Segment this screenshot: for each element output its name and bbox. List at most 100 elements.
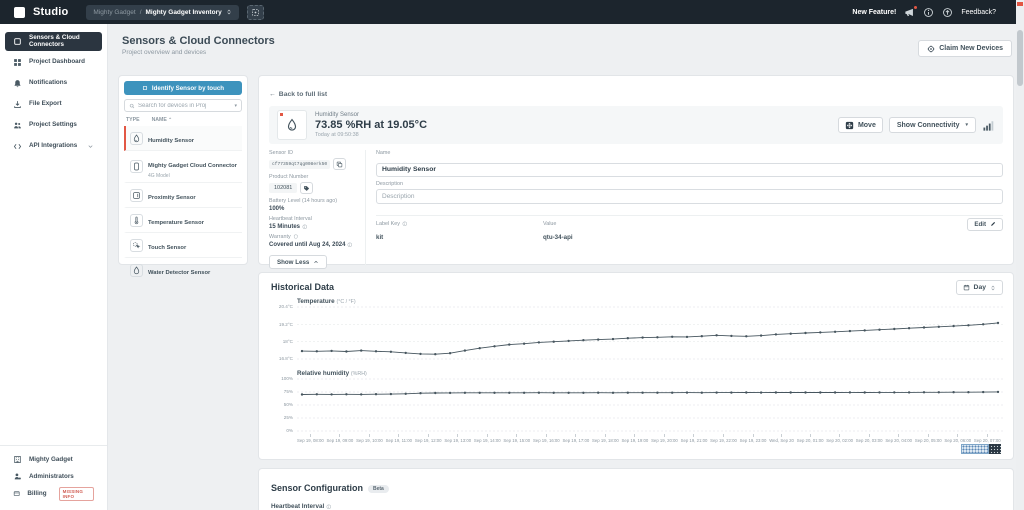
sidebar-item-label: Mighty Gadget bbox=[29, 456, 73, 463]
device-summary-name: Humidity Sensor bbox=[315, 112, 427, 118]
product-number-label: Product Number bbox=[269, 174, 357, 180]
up-down-icon bbox=[990, 285, 996, 291]
name-label: Name bbox=[376, 150, 1003, 156]
x-tick-label: Wed, Sep 20 bbox=[769, 434, 794, 443]
scrollbar-thumb[interactable] bbox=[1017, 30, 1023, 86]
sidebar: Sensors & Cloud Connectors Project Dashb… bbox=[0, 24, 108, 510]
product-number-value: 102081 bbox=[269, 183, 297, 193]
people-icon bbox=[13, 121, 22, 130]
chevron-down-icon bbox=[87, 143, 94, 150]
x-tick-label: Sep 19, 18:00 bbox=[592, 434, 619, 443]
info-icon[interactable] bbox=[302, 224, 308, 230]
sidebar-item-sensors[interactable]: Sensors & Cloud Connectors bbox=[5, 32, 102, 51]
sidebar-item-api-integrations[interactable]: API Integrations bbox=[5, 137, 102, 156]
identify-button-label: Identify Sensor by touch bbox=[152, 85, 224, 92]
sidebar-item-label: Billing bbox=[27, 490, 46, 497]
building-icon bbox=[13, 455, 22, 464]
claim-new-devices-button[interactable]: Claim New Devices bbox=[918, 40, 1012, 57]
sidebar-item-organization[interactable]: Mighty Gadget bbox=[0, 451, 107, 468]
copy-sensor-id-button[interactable] bbox=[333, 158, 346, 170]
move-button[interactable]: Move bbox=[838, 117, 883, 133]
brand-title: Studio bbox=[33, 6, 68, 18]
device-icon bbox=[132, 162, 141, 171]
product-tag-button[interactable] bbox=[300, 182, 313, 194]
info-icon[interactable] bbox=[326, 504, 332, 510]
back-to-full-list-link[interactable]: ← Back to full list bbox=[269, 91, 327, 98]
temperature-plot[interactable] bbox=[297, 305, 1003, 361]
new-feature-label: New Feature! bbox=[852, 9, 896, 16]
sensor-id-value: cf77359qt7qg008erk50 bbox=[269, 160, 330, 169]
sidebar-item-label: Sensors & Cloud Connectors bbox=[29, 35, 94, 49]
edit-icon bbox=[990, 221, 996, 227]
device-row-humidity[interactable]: Humidity Sensor bbox=[124, 126, 242, 151]
info-circle-icon[interactable] bbox=[923, 7, 934, 18]
sidebar-item-dashboard[interactable]: Project Dashboard bbox=[5, 53, 102, 72]
grid-icon bbox=[13, 58, 22, 67]
breadcrumb-org: Mighty Gadget bbox=[93, 9, 135, 16]
connectivity-label: Show Connectivity bbox=[897, 122, 960, 129]
device-detail-panel: ← Back to full list Humidity Sensor 73.8… bbox=[258, 75, 1014, 265]
sidebar-item-label: File Export bbox=[29, 101, 62, 108]
x-tick-label: Sep 19, 19:00 bbox=[622, 434, 649, 443]
project-switcher[interactable]: Mighty Gadget / Mighty Gadget Inventory bbox=[86, 5, 238, 20]
device-name: Water Detector Sensor bbox=[148, 270, 210, 276]
slider-handle[interactable] bbox=[961, 444, 989, 454]
studio-logo-icon bbox=[14, 7, 25, 18]
edit-button-label: Edit bbox=[974, 221, 986, 228]
device-row-touch[interactable]: Touch Sensor bbox=[124, 233, 242, 258]
x-tick-label: Sep 19, 12:00 bbox=[415, 434, 442, 443]
show-less-button[interactable]: Show Less bbox=[269, 255, 327, 269]
touch-icon bbox=[132, 241, 141, 250]
signal-bars-icon bbox=[982, 119, 995, 132]
device-name: Proximity Sensor bbox=[148, 195, 196, 201]
device-row-proximity[interactable]: Proximity Sensor bbox=[124, 183, 242, 208]
chart-range-slider bbox=[961, 444, 1001, 454]
sidebar-item-file-export[interactable]: File Export bbox=[5, 95, 102, 114]
y-tick-label: 0% bbox=[286, 428, 293, 433]
sidebar-item-billing[interactable]: Billing MISSING INFO bbox=[0, 485, 107, 502]
identify-device-button[interactable] bbox=[247, 5, 264, 20]
info-icon[interactable] bbox=[402, 221, 408, 227]
sensor-configuration-title: Sensor Configuration bbox=[271, 483, 363, 493]
x-tick-label: Sep 19, 22:00 bbox=[710, 434, 737, 443]
heartbeat-interval-value: 15 Minutes bbox=[269, 224, 357, 230]
info-icon[interactable] bbox=[347, 242, 353, 248]
x-tick-label: Sep 20, 02:00 bbox=[826, 434, 853, 443]
heartbeat-interval-label: Heartbeat Interval bbox=[269, 216, 357, 222]
device-row-cloud-connector[interactable]: Mighty Gadget Cloud Connector 4G Model bbox=[124, 151, 242, 183]
column-type[interactable]: TYPE bbox=[126, 117, 140, 123]
temperature-y-axis: 20.4°C19.2°C18°C16.8°C bbox=[271, 305, 293, 361]
top-bar: Studio Mighty Gadget / Mighty Gadget Inv… bbox=[0, 0, 1024, 24]
time-range-dropdown[interactable]: Day bbox=[956, 280, 1003, 295]
target-icon bbox=[927, 45, 935, 53]
arrow-up-circle-icon[interactable] bbox=[942, 7, 953, 18]
temperature-chart-label: Temperature (°C / °F) bbox=[297, 298, 1001, 305]
humidity-plot[interactable] bbox=[297, 377, 1003, 433]
edit-labels-button[interactable]: Edit bbox=[967, 218, 1003, 231]
bell-icon bbox=[13, 79, 22, 88]
megaphone-icon[interactable] bbox=[904, 7, 915, 18]
sidebar-item-label: Project Dashboard bbox=[29, 59, 85, 66]
identify-sensor-button[interactable]: Identify Sensor by touch bbox=[124, 81, 242, 95]
column-name[interactable]: NAME ⌃ bbox=[152, 117, 173, 123]
search-input[interactable] bbox=[138, 103, 231, 109]
description-textarea[interactable] bbox=[376, 189, 1003, 204]
sidebar-item-project-settings[interactable]: Project Settings bbox=[5, 116, 102, 135]
name-input[interactable] bbox=[376, 163, 1003, 177]
sidebar-item-administrators[interactable]: Administrators bbox=[0, 468, 107, 485]
page-scrollbar[interactable] bbox=[1016, 0, 1024, 510]
show-connectivity-dropdown[interactable]: Show Connectivity ▾ bbox=[889, 117, 976, 133]
slider-expand-button[interactable] bbox=[989, 444, 1001, 454]
move-icon bbox=[845, 121, 854, 130]
chevron-down-icon[interactable]: ▾ bbox=[234, 103, 237, 109]
device-name: Mighty Gadget Cloud Connector bbox=[148, 163, 237, 169]
sidebar-item-notifications[interactable]: Notifications bbox=[5, 74, 102, 93]
proximity-icon bbox=[132, 191, 141, 200]
device-row-water-detector[interactable]: Water Detector Sensor bbox=[124, 258, 242, 282]
show-less-label: Show Less bbox=[277, 259, 309, 266]
device-search: ▾ bbox=[124, 99, 242, 112]
device-row-temperature[interactable]: Temperature Sensor bbox=[124, 208, 242, 233]
identify-icon bbox=[251, 8, 260, 17]
feedback-link[interactable]: Feedback? bbox=[961, 9, 996, 16]
device-subtitle: 4G Model bbox=[148, 173, 237, 179]
